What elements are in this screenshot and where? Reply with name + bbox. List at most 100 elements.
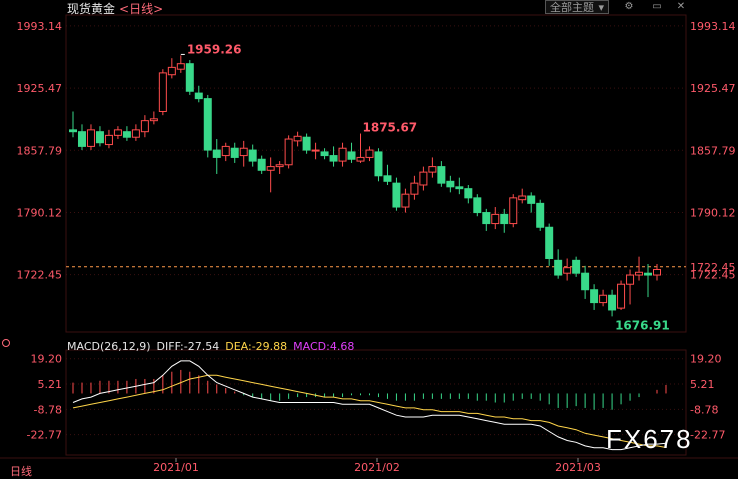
candle-body xyxy=(104,134,113,146)
candle-body xyxy=(428,166,437,173)
candle-body xyxy=(86,129,95,147)
candle-body xyxy=(383,175,392,182)
candle-body xyxy=(518,195,527,201)
theme-label: 全部主题 xyxy=(550,1,594,14)
price-axis-label-left: 1722.45 xyxy=(17,269,63,282)
candle-body xyxy=(500,213,509,225)
macd-axis-label-right: -8.78 xyxy=(690,403,718,416)
price-chart[interactable]: 1993.14 1993.14 1925.47 1925.47 1857.79 1857.… xyxy=(0,0,738,477)
price-axis-label-left: 1857.79 xyxy=(17,144,63,157)
candle-body xyxy=(77,131,86,147)
price-axis-label-right: 1993.14 xyxy=(690,20,736,33)
candle-body xyxy=(419,171,428,186)
candle-body xyxy=(221,145,230,157)
candle-body xyxy=(644,272,653,276)
price-axis-label-left: 1925.47 xyxy=(17,82,63,95)
candle-body xyxy=(293,135,302,142)
candle-body xyxy=(329,155,338,162)
candle-body xyxy=(131,129,140,138)
candle-body xyxy=(248,149,257,162)
candle-body xyxy=(347,151,356,160)
candle-body xyxy=(257,158,266,171)
theme-dropdown[interactable]: 全部主题 ▾ xyxy=(545,0,609,14)
indicator-toggle-icon[interactable] xyxy=(2,339,10,347)
candle-body xyxy=(527,195,536,204)
candle-body xyxy=(473,197,482,214)
chart-header: 现货黄金 <日线> xyxy=(67,0,163,17)
candle-body xyxy=(140,120,149,133)
timeframe-selector[interactable]: <日线> xyxy=(119,2,163,16)
candle-body xyxy=(509,197,518,225)
candle-body xyxy=(482,212,491,225)
price-axis-label-right: 1857.79 xyxy=(690,144,736,157)
candle-body xyxy=(302,136,311,151)
candle-body xyxy=(464,188,473,199)
watermark: FX678 xyxy=(606,424,693,454)
candle-body xyxy=(410,182,419,195)
candle-body xyxy=(635,271,644,276)
window-icon[interactable]: ▭ xyxy=(650,1,664,13)
candle-body xyxy=(194,92,203,100)
candle-body xyxy=(158,72,167,112)
candle-body xyxy=(617,283,626,309)
candle-body xyxy=(176,63,185,70)
price-axis-label-right: 1925.47 xyxy=(690,82,736,95)
candle-body xyxy=(374,151,383,177)
macd-axis-label-right: -22.77 xyxy=(690,429,725,442)
candle-body xyxy=(167,66,176,76)
candle-body xyxy=(599,294,608,304)
candle-body xyxy=(338,147,347,162)
candle-body xyxy=(95,131,104,144)
candle-body xyxy=(437,166,446,184)
candle-body xyxy=(113,129,122,136)
candle-body xyxy=(545,226,554,259)
date-axis-label: 2021/02 xyxy=(354,461,400,474)
low-annotation: 1676.91 xyxy=(615,318,670,332)
candle-body xyxy=(581,272,590,291)
candle-body xyxy=(554,259,563,276)
diff-line xyxy=(72,360,667,451)
candle-body xyxy=(185,63,194,92)
price-axis-label-left: 1993.14 xyxy=(17,20,63,33)
chevron-down-icon: ▾ xyxy=(598,1,604,14)
macd-axis-label-left: 5.21 xyxy=(38,378,63,391)
instrument-title: 现货黄金 xyxy=(67,2,116,16)
macd-dea-value: DEA:-29.88 xyxy=(225,340,288,353)
candle-body xyxy=(536,202,545,228)
candle-body xyxy=(203,98,212,151)
date-axis-label: 2021/01 xyxy=(153,461,199,474)
candle-body xyxy=(563,267,572,274)
date-axis-label: 2021/03 xyxy=(555,461,601,474)
macd-diff-value: DIFF:-27.54 xyxy=(156,340,220,353)
candle-body xyxy=(122,131,131,138)
macd-axis-label-left: -22.77 xyxy=(27,429,62,442)
candle-body xyxy=(446,180,455,188)
candle-body xyxy=(626,274,635,285)
candle-body xyxy=(365,149,374,158)
price-axis-label-right: 1790.12 xyxy=(690,206,736,219)
candle-body xyxy=(266,166,275,171)
close-icon[interactable]: ✕ xyxy=(674,1,688,13)
candle-body xyxy=(392,182,401,208)
settings-icon[interactable]: ⚙ xyxy=(622,1,636,13)
macd-legend: MACD(26,12,9) DIFF:-27.54 DEA:-29.88 MACD:4… xyxy=(67,340,360,353)
macd-value: MACD:4.68 xyxy=(293,340,355,353)
candle-body xyxy=(491,213,500,225)
candle-body xyxy=(239,147,248,157)
candle-body xyxy=(149,118,158,122)
candle-body xyxy=(275,164,284,168)
price-axis-label-left: 1790.12 xyxy=(17,206,63,219)
macd-axis-label-right: 5.21 xyxy=(690,378,715,391)
macd-axis-label-left: -8.78 xyxy=(34,403,62,416)
candle-body xyxy=(311,149,320,152)
candle-body xyxy=(69,129,77,133)
current-price-label: 1722.45 xyxy=(690,261,736,274)
candle-body xyxy=(608,294,617,311)
candle-body xyxy=(230,147,239,158)
candle-body xyxy=(356,156,365,162)
candle-body xyxy=(320,151,329,157)
candle-body xyxy=(401,193,410,208)
candle-body xyxy=(572,259,581,274)
candle-body xyxy=(653,269,661,276)
candle-body xyxy=(284,138,293,166)
